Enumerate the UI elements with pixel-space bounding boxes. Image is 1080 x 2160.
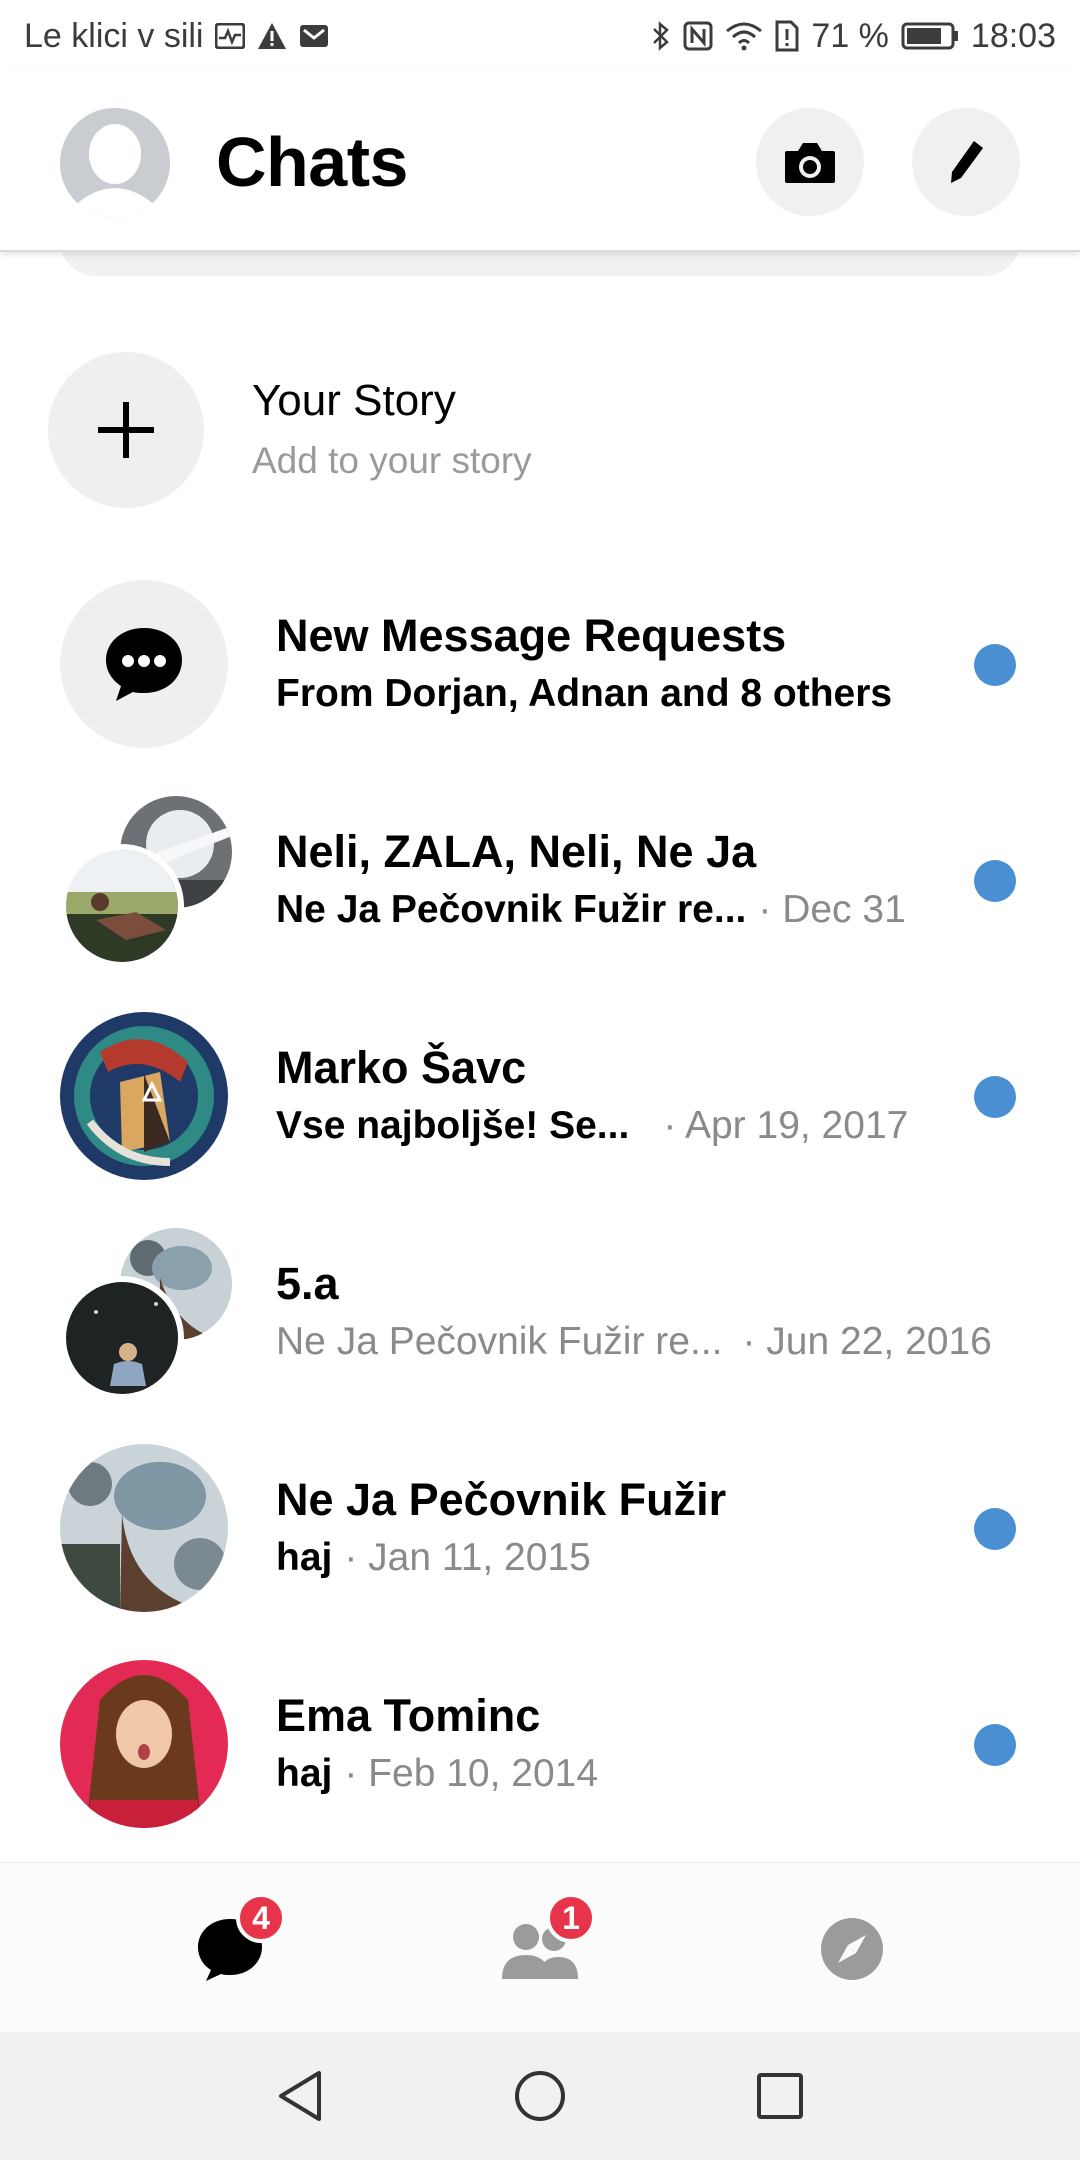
chat-preview: haj · Feb 10, 2014 <box>276 1752 598 1796</box>
system-navigation-bar <box>0 2032 1080 2160</box>
chat-name: 5.a <box>276 1258 339 1309</box>
back-triangle-icon <box>279 2071 321 2121</box>
plus-icon <box>98 402 154 458</box>
camera-button[interactable] <box>756 108 864 216</box>
tab-chats[interactable]: 4 <box>180 1893 286 1999</box>
message-requests-icon <box>106 628 182 701</box>
compose-button[interactable] <box>912 108 1020 216</box>
bottom-navigation: 4 1 <box>0 1862 1080 2032</box>
chat-snippet: haj <box>276 1536 333 1579</box>
unread-indicator <box>974 1724 1016 1766</box>
mail-icon <box>299 24 329 48</box>
activity-icon <box>215 23 246 49</box>
group-avatar <box>60 796 232 968</box>
tab-discover[interactable] <box>802 1899 902 1999</box>
chat-snippet: Ne Ja Pečovnik Fužir re... <box>276 1320 723 1363</box>
unread-indicator <box>974 1076 1016 1118</box>
recents-square-icon <box>757 2073 803 2119</box>
page-title: Chats <box>216 123 408 201</box>
warning-icon <box>257 22 287 50</box>
people-badge: 1 <box>546 1893 596 1943</box>
chat-row[interactable]: Marko Šavc Vse najboljše! Se... · Apr 19… <box>0 1012 1080 1228</box>
add-story-button[interactable] <box>48 352 204 508</box>
chat-timestamp: · Jan 11, 2015 <box>344 1536 591 1579</box>
carrier-label: Le klici v sili <box>24 16 204 55</box>
chat-name: New Message Requests <box>276 610 787 661</box>
unread-indicator <box>974 644 1016 686</box>
group-member-photo <box>60 844 184 968</box>
status-bar: Le klici v sili 71 % 18:03 <box>0 0 1080 72</box>
battery-percent: 71 % <box>811 16 889 55</box>
wifi-icon <box>725 21 763 51</box>
chat-preview: Ne Ja Pečovnik Fužir re... · Jun 22, 201… <box>276 1320 992 1364</box>
chat-row[interactable]: 5.a Ne Ja Pečovnik Fužir re... · Jun 22,… <box>0 1228 1080 1444</box>
back-button[interactable] <box>266 2062 334 2130</box>
chat-row[interactable]: Neli, ZALA, Neli, Ne Ja Ne Ja Pečovnik F… <box>0 796 1080 1012</box>
chat-preview: From Dorjan, Adnan and 8 others <box>276 672 892 716</box>
recents-button[interactable] <box>746 2062 814 2130</box>
chat-name: Ema Tominc <box>276 1690 541 1741</box>
person-silhouette-icon <box>60 108 170 218</box>
chat-preview: Vse najboljše! Se... · Apr 19, 2017 <box>276 1104 908 1148</box>
bluetooth-icon <box>651 20 671 52</box>
group-member-photo <box>60 1276 184 1400</box>
chat-snippet: Ne Ja Pečovnik Fužir re... <box>276 888 747 931</box>
chat-preview: haj · Jan 11, 2015 <box>276 1536 591 1580</box>
camera-icon <box>785 143 835 183</box>
chat-avatar <box>60 1444 228 1612</box>
pencil-icon <box>951 141 983 183</box>
unread-indicator <box>974 1508 1016 1550</box>
chat-row[interactable]: Ema Tominc haj · Feb 10, 2014 <box>0 1660 1080 1876</box>
battery-icon <box>901 22 959 50</box>
compass-icon <box>821 1918 883 1980</box>
chat-preview: Ne Ja Pečovnik Fužir re... · Dec 31 <box>276 888 906 932</box>
chat-snippet: From Dorjan, Adnan and 8 others <box>276 672 893 715</box>
home-circle-icon <box>515 2071 565 2121</box>
nfc-icon <box>683 21 713 51</box>
story-title: Your Story <box>252 376 456 425</box>
chat-name: Marko Šavc <box>276 1042 527 1093</box>
chat-timestamp: · Dec 31 <box>758 888 906 931</box>
story-subtitle: Add to your story <box>252 440 532 481</box>
chat-row-message-requests[interactable]: New Message Requests From Dorjan, Adnan … <box>0 580 1080 796</box>
unread-indicator <box>974 860 1016 902</box>
chat-name: Ne Ja Pečovnik Fužir <box>276 1474 727 1525</box>
chat-name: Neli, ZALA, Neli, Ne Ja <box>276 826 757 877</box>
tab-people[interactable]: 1 <box>490 1893 596 1999</box>
clock: 18:03 <box>970 16 1056 55</box>
profile-avatar[interactable] <box>60 108 170 218</box>
chat-avatar <box>60 1012 228 1180</box>
chat-avatar <box>60 1660 228 1828</box>
chat-timestamp: · Feb 10, 2014 <box>344 1752 599 1795</box>
sim-alert-icon <box>775 20 799 52</box>
chat-timestamp: · Apr 19, 2017 <box>663 1104 909 1147</box>
message-requests-avatar <box>60 580 228 748</box>
chat-timestamp: · Jun 22, 2016 <box>742 1320 992 1363</box>
chat-snippet: haj <box>276 1752 333 1795</box>
app-header: Chats <box>0 72 1080 252</box>
chat-snippet: Vse najboljše! Se... <box>276 1104 630 1147</box>
chat-row[interactable]: Ne Ja Pečovnik Fužir haj · Jan 11, 2015 <box>0 1444 1080 1660</box>
home-button[interactable] <box>506 2062 574 2130</box>
group-avatar <box>60 1228 232 1400</box>
chats-badge: 4 <box>236 1893 286 1943</box>
your-story-row[interactable]: Your Story Add to your story <box>0 350 1080 510</box>
